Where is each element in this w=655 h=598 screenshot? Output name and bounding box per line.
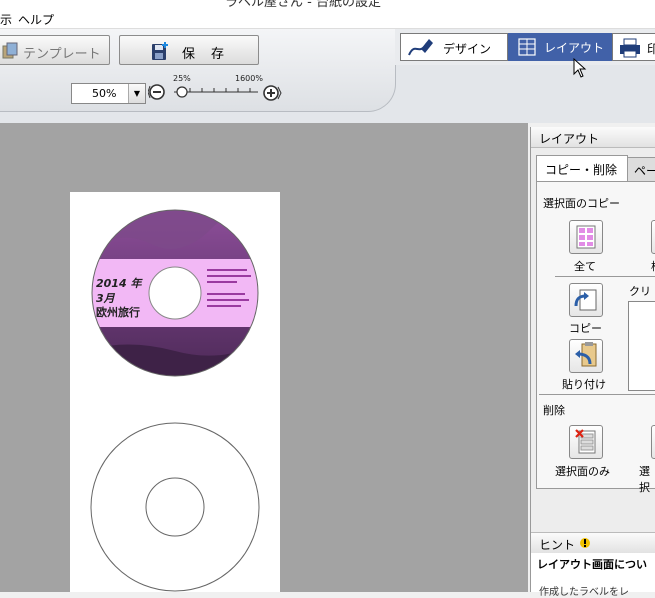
title-bar: ラベル屋さん - 台紙の設定 [0, 0, 655, 8]
tab-design[interactable]: デザイン [400, 33, 508, 61]
tab-layout[interactable]: レイアウト [508, 33, 612, 61]
copy-partial-button[interactable] [651, 220, 655, 254]
tab-copy-delete[interactable]: コピー・削除 [536, 155, 628, 182]
layout-grid-icon [518, 38, 536, 56]
delete-other-label: 選択 [639, 465, 650, 494]
paste-button[interactable] [569, 339, 603, 373]
disc-label-designed[interactable]: 2014 年 3月 欧州旅行 [91, 209, 259, 377]
copy-section-label: 選択面のコピー [543, 197, 620, 210]
copy-partial-label: 枠 [651, 258, 655, 274]
hint-text: 作成したラベルをレ [539, 587, 629, 598]
zoom-out-icon[interactable] [148, 80, 166, 104]
menu-bar: 示 ヘルプ [0, 8, 655, 29]
paste-icon [575, 342, 597, 367]
pen-icon [408, 39, 433, 56]
tab-print[interactable]: 印 [612, 33, 655, 61]
copy-all-button[interactable] [569, 220, 603, 254]
delete-selected-label: 選択面のみ [555, 465, 610, 478]
tab-print-label: 印 [647, 42, 655, 56]
tab-design-label: デザイン [443, 42, 492, 56]
zoom-value: 50% [92, 87, 117, 100]
chevron-down-icon[interactable]: ▼ [128, 84, 145, 103]
zoom-in-icon[interactable] [262, 81, 284, 105]
paste-label: 貼り付け [562, 378, 606, 391]
menu-item-help[interactable]: ヘルプ [18, 11, 54, 28]
copy-all-label: 全て [574, 260, 596, 273]
mode-tabs: デザイン レイアウト 印 [400, 33, 655, 63]
window-title: ラベル屋さん - 台紙の設定 [225, 0, 381, 8]
disc-hole [145, 477, 205, 537]
disc-hole [148, 266, 202, 320]
template-icon [2, 42, 18, 59]
divider [539, 394, 655, 395]
printer-icon [620, 38, 640, 58]
hint-heading: レイアウト画面につい [537, 558, 647, 571]
layout-panel: レイアウト コピー・削除 ペー 選択面のコピー 全て 枠 コピー クリッ [530, 127, 655, 598]
disc-label-empty[interactable] [89, 421, 261, 593]
template-label: テンプレート [23, 47, 101, 62]
tab-copy-delete-label: コピー・削除 [545, 163, 618, 177]
zoom-select[interactable]: 50% ▼ [71, 83, 146, 104]
save-button[interactable]: 保存 [119, 35, 259, 65]
menu-item-view[interactable]: 示 [0, 11, 12, 28]
panel-title: レイアウト [539, 132, 600, 146]
disc-line-1: 2014 年 [96, 277, 143, 290]
delete-selected-icon [575, 429, 596, 454]
panel-header: レイアウト [531, 127, 655, 148]
divider [555, 276, 655, 277]
save-icon [152, 42, 168, 60]
zoom-slider-thumb[interactable] [176, 86, 188, 98]
hint-body: レイアウト画面につい 作成したラベルをレ [531, 553, 655, 598]
template-button[interactable]: テンプレート [0, 35, 110, 65]
delete-other-button[interactable] [651, 425, 655, 459]
tab-layout-label: レイアウト [544, 41, 605, 55]
copy-button[interactable] [569, 283, 603, 317]
disc-line-3: 欧州旅行 [96, 305, 140, 319]
hint-header: ヒント [531, 532, 655, 554]
disc-line-2: 3月 [96, 292, 116, 305]
warning-icon [580, 538, 590, 548]
zoom-slider[interactable] [170, 82, 262, 100]
copy-icon [574, 289, 597, 311]
copy-all-icon [576, 225, 596, 249]
copy-label: コピー [569, 322, 602, 335]
save-label: 保存 [182, 47, 241, 62]
hint-title: ヒント [539, 538, 576, 552]
clipboard-preview [628, 301, 655, 391]
tab-page[interactable]: ペー [627, 157, 655, 183]
tab-page-label: ペー [634, 164, 655, 178]
delete-selected-button[interactable] [569, 425, 603, 459]
mouse-cursor-icon [573, 58, 587, 78]
delete-section-label: 削除 [543, 404, 565, 417]
